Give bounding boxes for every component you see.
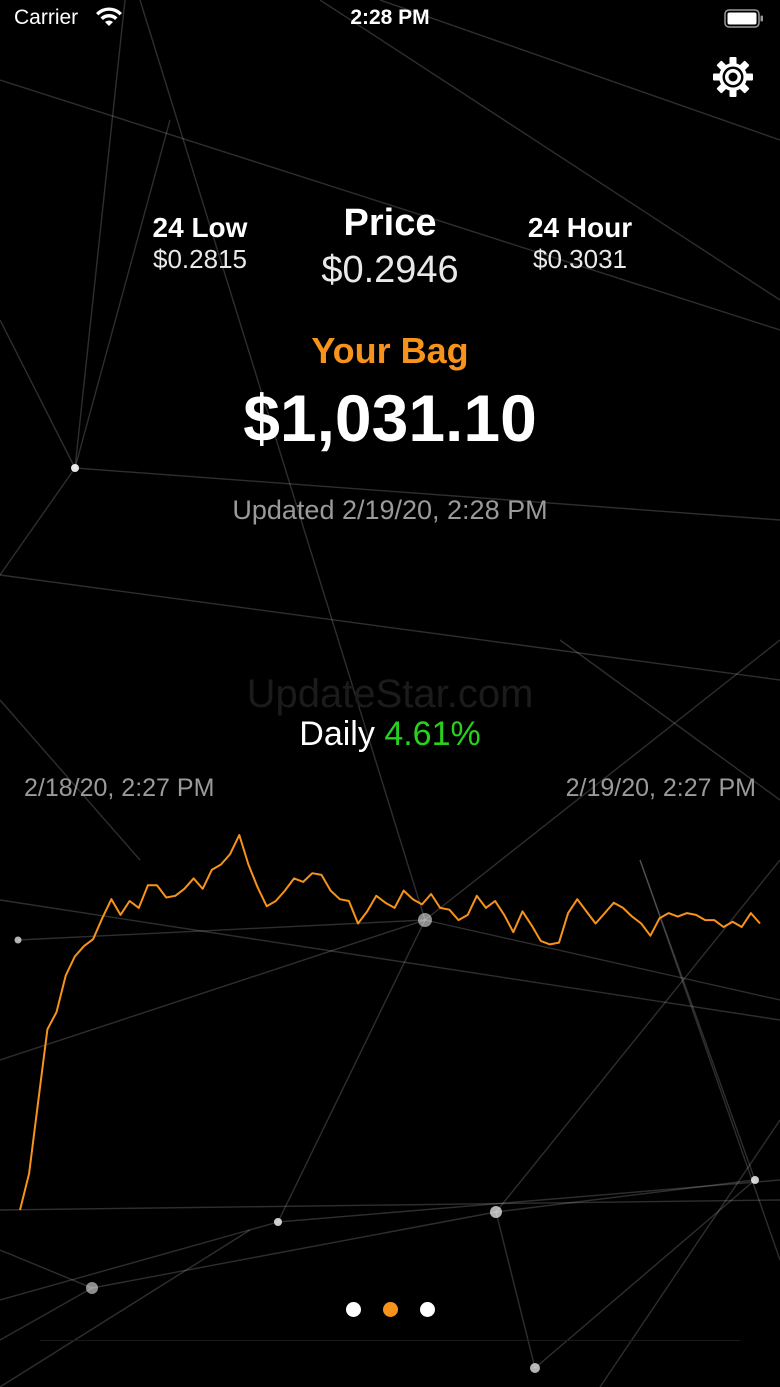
low-24h-value: $0.2815	[153, 244, 247, 274]
hour-24-block: 24 Hour $0.3031	[500, 212, 660, 275]
hour-24-value: $0.3031	[533, 244, 627, 274]
daily-label: Daily	[299, 715, 375, 753]
page-dot[interactable]	[345, 1302, 361, 1317]
price-chart[interactable]	[0, 820, 780, 1230]
price-block: Price $0.2946	[290, 202, 490, 292]
daily-change-value: 4.61%	[384, 715, 481, 753]
watermark: UpdateStar.com	[246, 672, 534, 716]
page-indicator[interactable]	[0, 1302, 780, 1317]
battery-icon	[724, 9, 763, 28]
price-series-line	[19, 834, 761, 1211]
hour-24-label: 24 Hour	[527, 212, 633, 243]
status-time: 2:28 PM	[350, 6, 430, 29]
price-value: $0.2946	[321, 249, 459, 291]
bag-label: Your Bag	[311, 330, 469, 371]
chart-start-date: 2/18/20, 2:27 PM	[24, 774, 215, 802]
low-24h-label: 24 Low	[152, 212, 248, 243]
page-dot[interactable]	[382, 1302, 398, 1317]
chart-end-date: 2/19/20, 2:27 PM	[565, 774, 756, 802]
price-label: Price	[343, 202, 437, 244]
bag-value: $1,031.10	[243, 381, 537, 455]
daily-change-row: Daily 4.61%	[0, 715, 780, 754]
gear-icon[interactable]	[711, 55, 755, 99]
bottom-divider	[40, 1340, 740, 1341]
low-24h-block: 24 Low $0.2815	[120, 212, 280, 275]
page-dot[interactable]	[419, 1302, 435, 1317]
updated-timestamp: Updated 2/19/20, 2:28 PM	[232, 495, 548, 525]
